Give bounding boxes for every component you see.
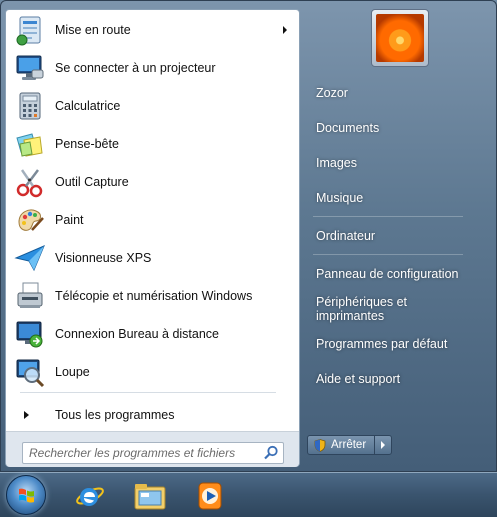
link-label: Documents <box>316 121 380 135</box>
program-label: Connexion Bureau à distance <box>55 327 220 341</box>
link-default-programs[interactable]: Programmes par défaut <box>306 330 464 358</box>
uac-shield-icon <box>314 438 326 452</box>
link-label: Panneau de configuration <box>316 267 459 281</box>
link-user-folder[interactable]: Zozor <box>306 79 464 107</box>
program-label: Calculatrice <box>55 99 121 113</box>
link-label: Périphériques et imprimantes <box>316 295 408 323</box>
shutdown-label: Arrêter <box>331 439 367 451</box>
triangle-right-icon <box>24 411 29 419</box>
link-label: Ordinateur <box>316 229 376 243</box>
program-label: Mise en route <box>55 23 131 37</box>
program-magnifier[interactable]: Loupe <box>10 354 297 390</box>
link-label: Zozor <box>316 86 348 100</box>
calculator-icon <box>14 90 46 122</box>
getting-started-icon <box>14 14 46 46</box>
link-music[interactable]: Musique <box>306 184 464 212</box>
link-computer[interactable]: Ordinateur <box>306 222 464 250</box>
program-projector[interactable]: Se connecter à un projecteur <box>10 50 297 86</box>
program-label: Pense-bête <box>55 137 119 151</box>
shutdown-options-button[interactable] <box>374 435 392 455</box>
shutdown-button[interactable]: Arrêter <box>307 435 375 455</box>
program-getting-started[interactable]: Mise en route <box>10 12 297 48</box>
sticky-notes-icon <box>14 128 46 160</box>
link-label: Images <box>316 156 357 170</box>
search-input[interactable] <box>29 444 262 462</box>
link-label: Programmes par défaut <box>316 337 448 351</box>
separator <box>313 254 463 255</box>
program-label: Se connecter à un projecteur <box>55 61 216 75</box>
program-label: Loupe <box>55 365 90 379</box>
fax-scan-icon <box>14 280 46 312</box>
taskbar <box>0 472 497 517</box>
program-fax-scan[interactable]: Télécopie et numérisation Windows <box>10 278 297 314</box>
program-label: Outil Capture <box>55 175 129 189</box>
all-programs-button[interactable]: Tous les programmes <box>10 401 297 429</box>
search-box[interactable] <box>22 442 284 464</box>
program-remote-desktop[interactable]: Connexion Bureau à distance <box>10 316 297 352</box>
flower-image <box>376 14 424 62</box>
link-label: Aide et support <box>316 372 401 386</box>
link-control-panel[interactable]: Panneau de configuration <box>306 260 464 288</box>
start-menu: Mise en route Se connecter à un projecte… <box>0 0 497 472</box>
link-devices-printers[interactable]: Périphériques et imprimantes <box>306 295 464 323</box>
program-sticky-notes[interactable]: Pense-bête <box>10 126 297 162</box>
program-label: Télécopie et numérisation Windows <box>55 289 253 303</box>
separator <box>313 216 463 217</box>
search-area <box>6 431 299 467</box>
xps-viewer-icon <box>14 242 46 274</box>
paint-icon <box>14 204 46 236</box>
separator <box>20 392 276 393</box>
programs-pane: Mise en route Se connecter à un projecte… <box>5 9 300 467</box>
program-paint[interactable]: Paint <box>10 202 297 238</box>
program-xps-viewer[interactable]: Visionneuse XPS <box>10 240 297 276</box>
search-icon[interactable] <box>262 444 280 462</box>
link-label: Musique <box>316 191 364 205</box>
program-calculator[interactable]: Calculatrice <box>10 88 297 124</box>
remote-desktop-icon <box>14 318 46 350</box>
link-images[interactable]: Images <box>306 149 464 177</box>
all-programs-label: Tous les programmes <box>55 408 175 422</box>
shutdown-group: Arrêter <box>307 435 399 455</box>
program-label: Visionneuse XPS <box>55 251 152 265</box>
internet-explorer-icon[interactable] <box>66 477 114 515</box>
projector-icon <box>14 52 46 84</box>
arrow-right-icon <box>381 441 385 449</box>
link-help-support[interactable]: Aide et support <box>306 365 464 393</box>
snipping-tool-icon <box>14 166 46 198</box>
file-explorer-icon[interactable] <box>126 477 174 515</box>
link-documents[interactable]: Documents <box>306 114 464 142</box>
start-orb-icon[interactable] <box>6 475 46 515</box>
submenu-arrow-icon[interactable] <box>283 26 287 34</box>
user-picture[interactable] <box>371 9 429 67</box>
magnifier-icon <box>14 356 46 388</box>
program-snipping-tool[interactable]: Outil Capture <box>10 164 297 200</box>
program-label: Paint <box>55 213 84 227</box>
media-player-icon[interactable] <box>186 477 234 515</box>
